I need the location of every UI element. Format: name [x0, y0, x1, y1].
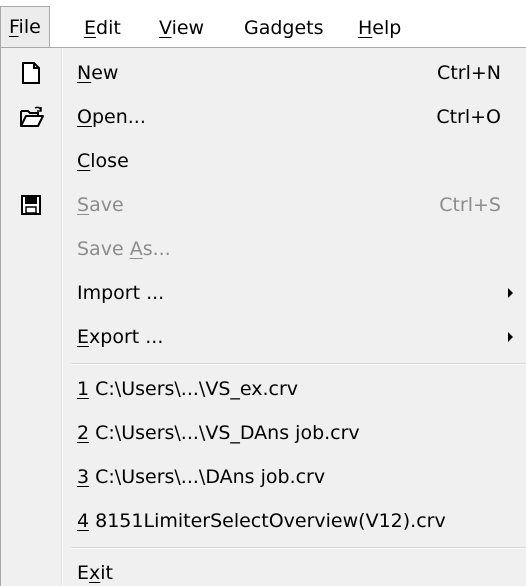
submenu-arrow-icon	[508, 288, 513, 298]
menu-help-mnemonic: H	[358, 17, 373, 39]
menu-help-rest: elp	[372, 17, 402, 39]
menu-help[interactable]: Help	[350, 8, 409, 48]
menu-item-open-label: Open...	[77, 106, 146, 128]
menu-item-exit-label: Exit	[77, 562, 113, 584]
recent-file-3-label: 3 C:\Users\...\DAns job.crv	[77, 466, 326, 488]
menu-item-export-label: Export ...	[77, 326, 164, 348]
menu-gadgets-label: Gadgets	[244, 17, 324, 39]
menu-item-exit[interactable]: Exit	[1, 551, 526, 586]
menu-item-save-shortcut: Ctrl+S	[439, 194, 501, 216]
menu-item-open[interactable]: Open... Ctrl+O	[1, 95, 526, 139]
menu-view[interactable]: View	[151, 8, 212, 48]
recent-file-3[interactable]: 3 C:\Users\...\DAns job.crv	[1, 455, 526, 499]
submenu-arrow-icon	[508, 332, 513, 342]
menu-item-save-label: Save	[77, 194, 124, 216]
menu-edit-rest: dit	[96, 17, 121, 39]
menu-view-rest: iew	[171, 17, 205, 39]
menu-item-close[interactable]: Close	[1, 139, 526, 183]
application-window: File Edit View Gadgets Help New Ctrl+N O…	[0, 0, 526, 586]
menu-item-open-shortcut: Ctrl+O	[436, 106, 501, 128]
menu-item-export[interactable]: Export ...	[1, 315, 526, 359]
recent-file-2[interactable]: 2 C:\Users\...\VS_DAns job.crv	[1, 411, 526, 455]
menu-item-new[interactable]: New Ctrl+N	[1, 51, 526, 95]
menu-separator	[71, 547, 526, 549]
menu-file-rest: ile	[18, 16, 41, 38]
menu-item-new-label: New	[77, 62, 119, 84]
menu-item-close-label: Close	[77, 150, 129, 172]
menu-item-import[interactable]: Import ...	[1, 271, 526, 315]
menu-item-save-as: Save As...	[1, 227, 526, 271]
menu-bar: File Edit View Gadgets Help	[0, 0, 526, 48]
recent-file-4-label: 4 8151LimiterSelectOverview(V12).crv	[77, 510, 446, 532]
menu-view-mnemonic: V	[159, 17, 172, 39]
menu-file-mnemonic: F	[9, 16, 19, 38]
menu-edit-mnemonic: E	[84, 17, 97, 39]
recent-file-2-label: 2 C:\Users\...\VS_DAns job.crv	[77, 422, 360, 444]
menu-item-save-as-label: Save As...	[77, 238, 171, 260]
recent-file-1-label: 1 C:\Users\...\VS_ex.crv	[77, 378, 299, 400]
file-dropdown-menu: New Ctrl+N Open... Ctrl+O Close Save Ctr…	[0, 47, 526, 586]
new-document-icon	[19, 61, 43, 85]
menu-separator	[71, 363, 526, 365]
floppy-disk-icon	[19, 193, 43, 217]
menu-gadgets[interactable]: Gadgets	[236, 8, 332, 48]
menu-item-new-shortcut: Ctrl+N	[437, 62, 501, 84]
recent-file-4[interactable]: 4 8151LimiterSelectOverview(V12).crv	[1, 499, 526, 543]
recent-file-1[interactable]: 1 C:\Users\...\VS_ex.crv	[1, 367, 526, 411]
menu-item-save: Save Ctrl+S	[1, 183, 526, 227]
menu-edit[interactable]: Edit	[76, 8, 129, 48]
menu-item-import-label: Import ...	[77, 282, 165, 304]
menu-file[interactable]: File	[0, 6, 50, 48]
open-folder-icon	[19, 105, 44, 129]
